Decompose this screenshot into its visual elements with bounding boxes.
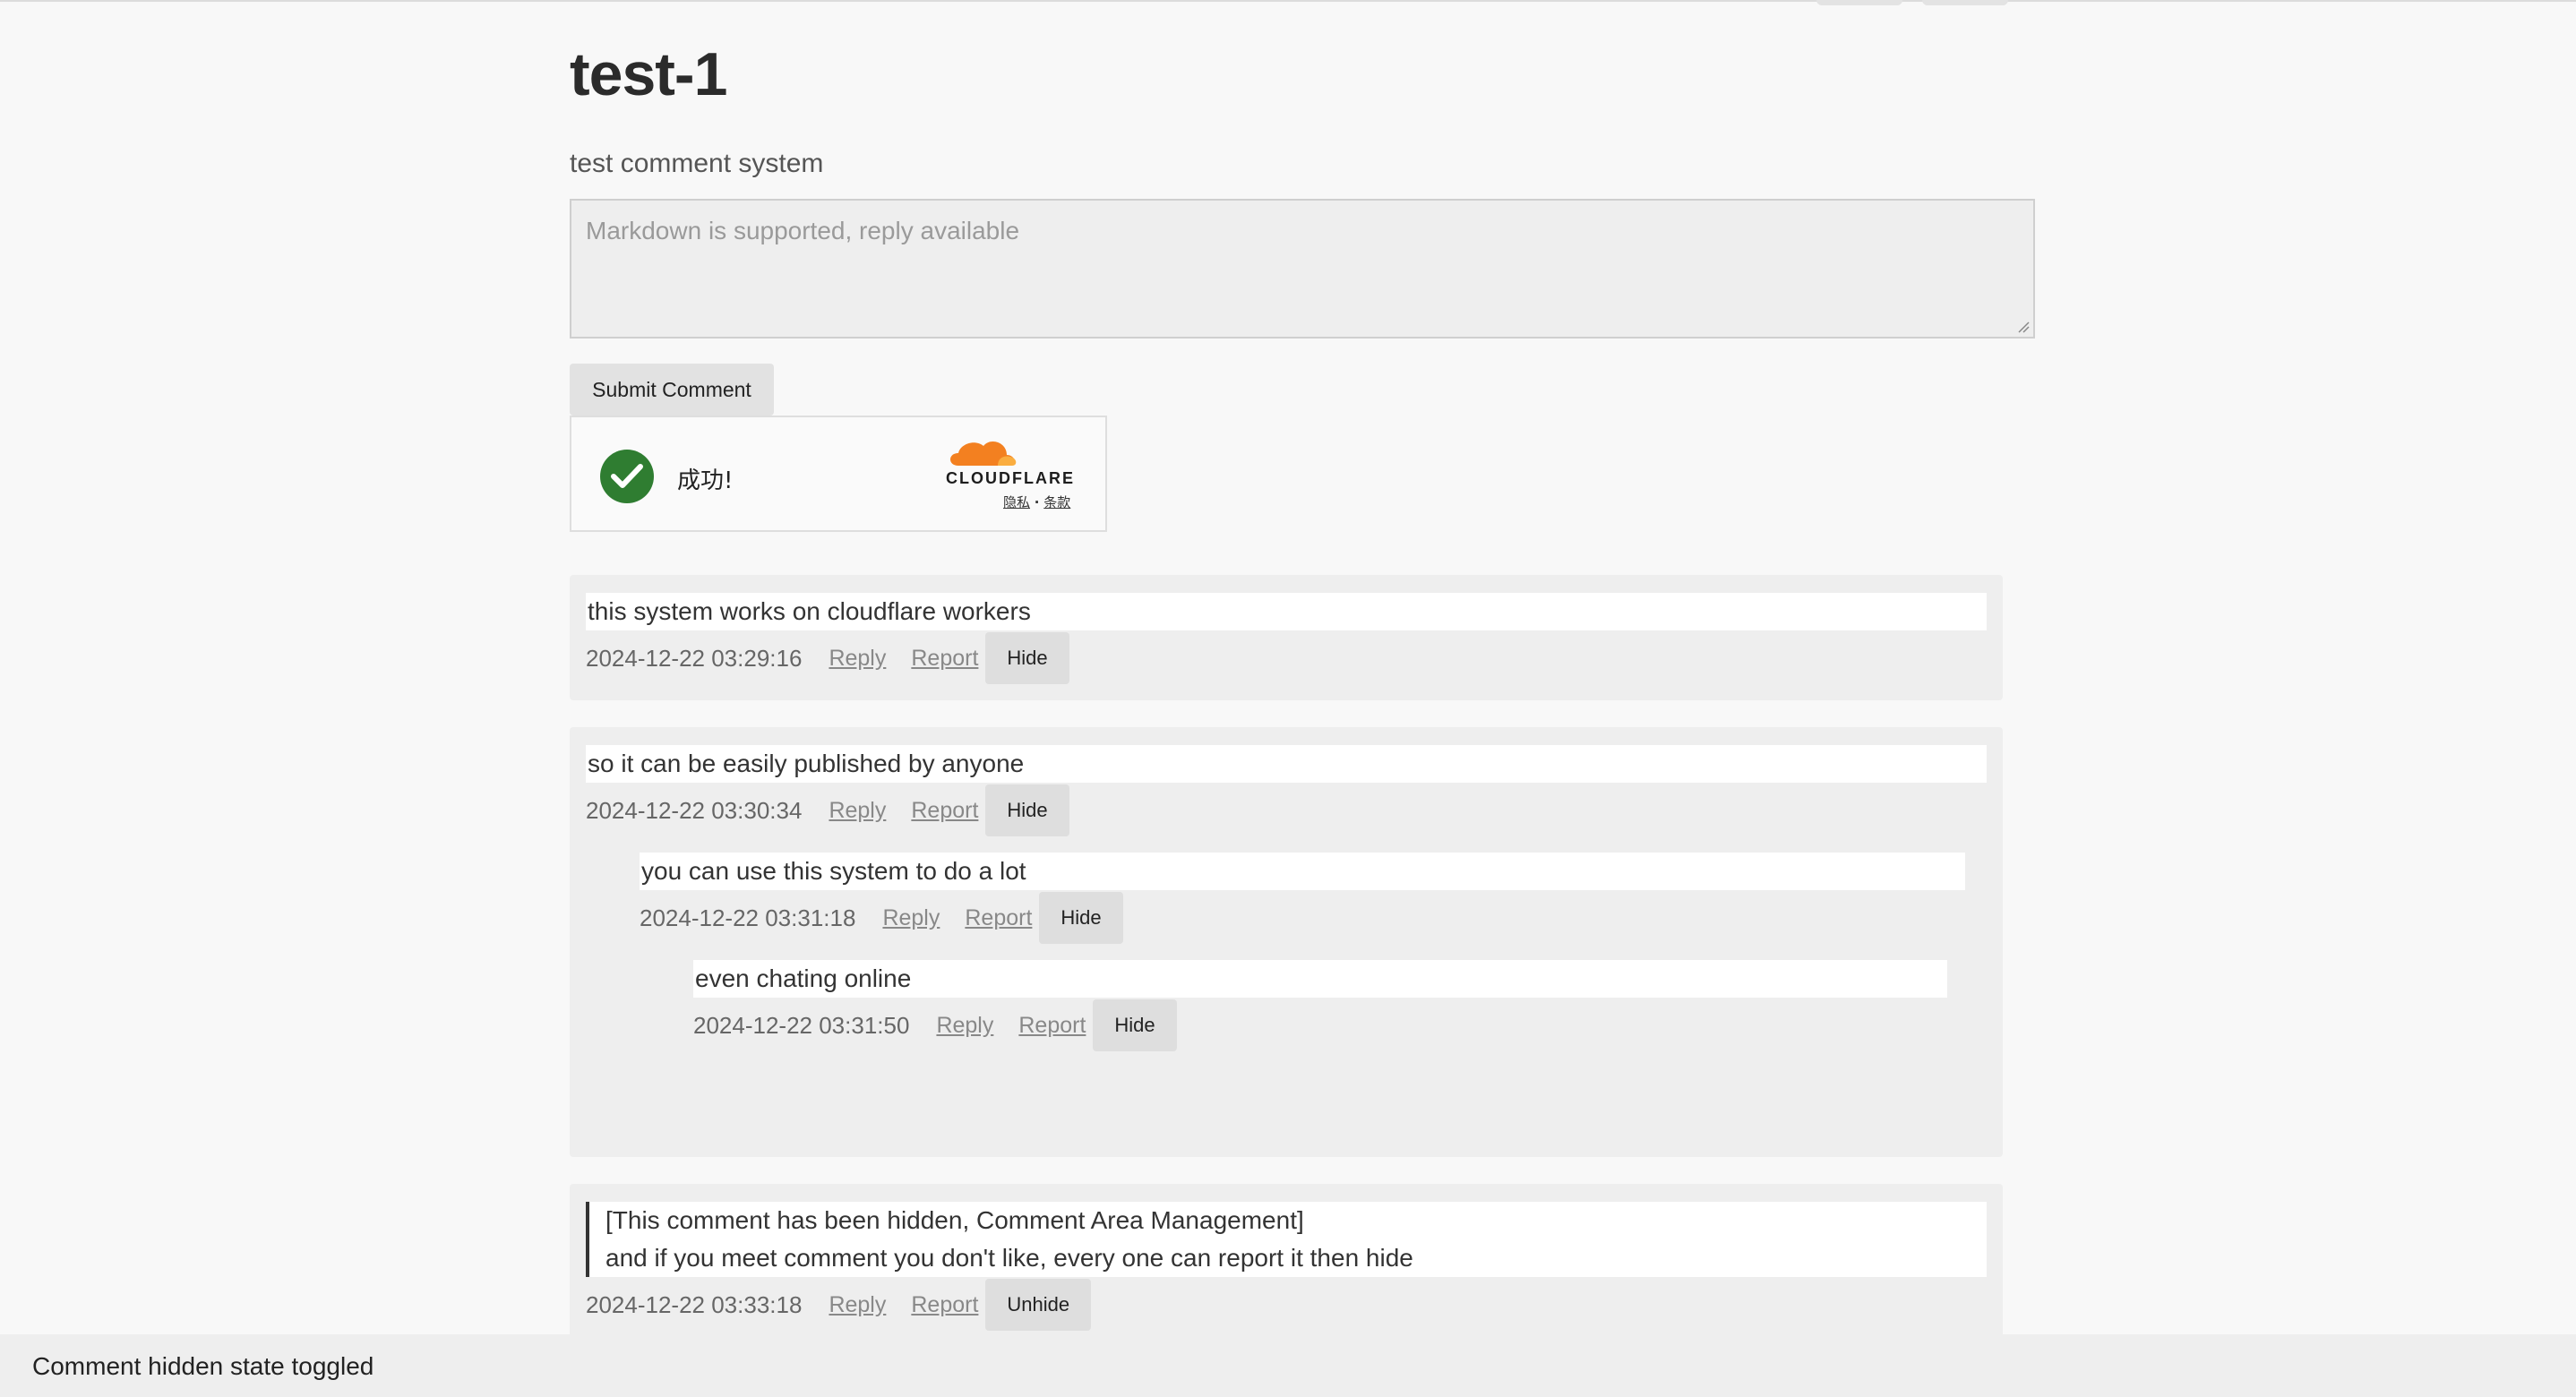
report-link[interactable]: Report bbox=[911, 646, 978, 672]
submit-comment-button[interactable]: Submit Comment bbox=[570, 364, 774, 416]
link-separator: · bbox=[1034, 494, 1040, 510]
hidden-comment-body: [This comment has been hidden, Comment A… bbox=[586, 1202, 1987, 1277]
comment-meta: 2024-12-22 03:31:50 Reply Report Hide bbox=[693, 999, 1177, 1051]
captcha-links: 隐私 · 条款 bbox=[1003, 493, 1070, 511]
captcha-status: 成功! bbox=[677, 467, 734, 494]
page-title: test-1 bbox=[570, 40, 727, 108]
terms-link[interactable]: 条款 bbox=[1043, 494, 1070, 510]
comment-meta: 2024-12-22 03:31:18 Reply Report Hide bbox=[640, 892, 1123, 944]
report-link[interactable]: Report bbox=[911, 1292, 978, 1318]
comment-thread: so it can be easily published by anyone … bbox=[570, 727, 2003, 1157]
comment-timestamp: 2024-12-22 03:29:16 bbox=[586, 644, 803, 672]
comment-timestamp: 2024-12-22 03:33:18 bbox=[586, 1290, 803, 1318]
top-tab-left[interactable] bbox=[1816, 0, 1902, 5]
comment-meta: 2024-12-22 03:33:18 Reply Report Unhide bbox=[586, 1279, 1092, 1331]
hide-button[interactable]: Hide bbox=[1093, 999, 1177, 1051]
hide-button[interactable]: Hide bbox=[985, 632, 1069, 684]
reply-link[interactable]: Reply bbox=[829, 798, 886, 824]
reply-link[interactable]: Reply bbox=[829, 1292, 886, 1318]
top-tab-right[interactable] bbox=[1922, 0, 2008, 5]
cloudflare-cloud-icon bbox=[950, 441, 1017, 466]
hidden-notice: [This comment has been hidden, Comment A… bbox=[605, 1206, 1304, 1234]
page-subtitle: test comment system bbox=[570, 149, 824, 178]
reply-link[interactable]: Reply bbox=[882, 905, 940, 931]
top-border bbox=[0, 0, 2576, 2]
reply-link[interactable]: Reply bbox=[936, 1013, 993, 1039]
turnstile-captcha[interactable]: 成功! CLOUDFLARE 隐私 · 条款 bbox=[570, 416, 1107, 532]
comment-meta: 2024-12-22 03:29:16 Reply Report Hide bbox=[586, 632, 1069, 684]
resize-grip-icon[interactable] bbox=[2017, 321, 2030, 333]
comment-text: even chating online bbox=[693, 960, 1947, 998]
report-link[interactable]: Report bbox=[911, 798, 978, 824]
textarea-placeholder: Markdown is supported, reply available bbox=[586, 217, 1020, 244]
comment-text: you can use this system to do a lot bbox=[640, 853, 1965, 890]
cloudflare-wordmark: CLOUDFLARE bbox=[946, 469, 1075, 487]
status-toast: Comment hidden state toggled bbox=[0, 1334, 2576, 1397]
comment-text: so it can be easily published by anyone bbox=[586, 745, 1987, 783]
comment-timestamp: 2024-12-22 03:30:34 bbox=[586, 796, 803, 824]
comment-timestamp: 2024-12-22 03:31:18 bbox=[640, 904, 856, 931]
comment-textarea[interactable]: Markdown is supported, reply available bbox=[570, 199, 2035, 339]
comment-timestamp: 2024-12-22 03:31:50 bbox=[693, 1011, 910, 1039]
privacy-link[interactable]: 隐私 bbox=[1003, 494, 1030, 510]
comment-thread: [This comment has been hidden, Comment A… bbox=[570, 1184, 2003, 1345]
hide-button[interactable]: Hide bbox=[985, 784, 1069, 836]
comment-text: this system works on cloudflare workers bbox=[586, 593, 1987, 630]
comment-text: and if you meet comment you don't like, … bbox=[605, 1244, 1413, 1272]
comment-meta: 2024-12-22 03:30:34 Reply Report Hide bbox=[586, 784, 1069, 836]
reply-link[interactable]: Reply bbox=[829, 646, 886, 672]
success-check-icon bbox=[600, 450, 654, 503]
comment-thread: this system works on cloudflare workers … bbox=[570, 575, 2003, 700]
unhide-button[interactable]: Unhide bbox=[985, 1279, 1092, 1331]
status-message: Comment hidden state toggled bbox=[32, 1352, 374, 1380]
hide-button[interactable]: Hide bbox=[1039, 892, 1123, 944]
report-link[interactable]: Report bbox=[1018, 1013, 1086, 1039]
report-link[interactable]: Report bbox=[965, 905, 1032, 931]
